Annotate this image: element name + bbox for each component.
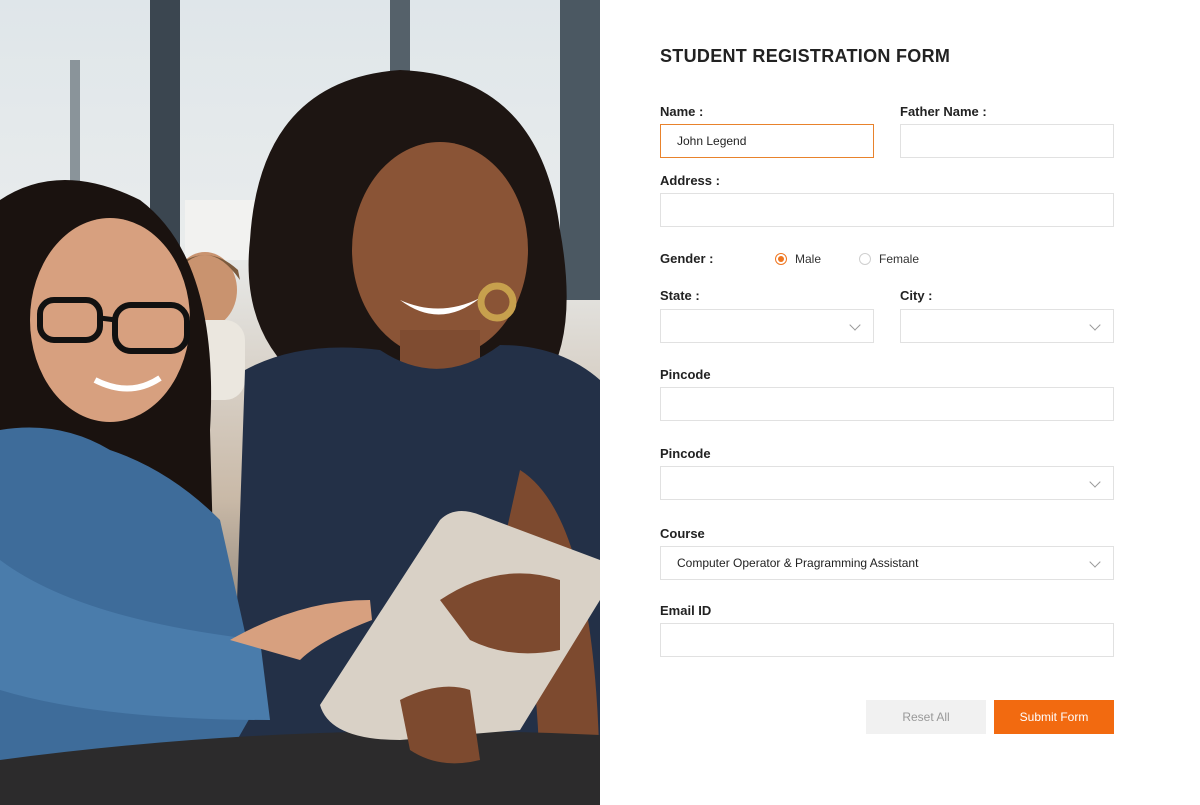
address-input[interactable] <box>660 193 1114 227</box>
gender-label: Gender : <box>660 251 714 266</box>
reset-all-button[interactable]: Reset All <box>866 700 986 734</box>
radio-checked-icon[interactable] <box>775 253 787 265</box>
gender-option-male[interactable]: Male <box>775 252 821 266</box>
state-select[interactable] <box>660 309 874 343</box>
name-input[interactable]: John Legend <box>660 124 874 158</box>
pincode-input-label: Pincode <box>660 367 711 382</box>
course-select[interactable]: Computer Operator & Pragramming Assistan… <box>660 546 1114 580</box>
pincode-input[interactable] <box>660 387 1114 421</box>
gender-option-female[interactable]: Female <box>859 252 919 266</box>
gender-male-label: Male <box>795 252 822 266</box>
gender-female-label: Female <box>879 252 920 266</box>
address-label: Address : <box>660 173 720 188</box>
email-input[interactable] <box>660 623 1114 657</box>
course-label: Course <box>660 526 705 541</box>
father-name-label: Father Name : <box>900 104 987 119</box>
name-input-value: John Legend <box>677 134 747 148</box>
hero-photo <box>0 0 600 805</box>
radio-unchecked-icon[interactable] <box>859 253 871 265</box>
city-select[interactable] <box>900 309 1114 343</box>
chevron-down-icon <box>1089 556 1101 568</box>
chevron-down-icon <box>849 319 861 331</box>
course-select-value: Computer Operator & Pragramming Assistan… <box>677 556 919 570</box>
father-name-input[interactable] <box>900 124 1114 158</box>
name-label: Name : <box>660 104 704 119</box>
city-label: City : <box>900 288 933 303</box>
state-label: State : <box>660 288 700 303</box>
chevron-down-icon <box>1089 476 1101 488</box>
pincode-select[interactable] <box>660 466 1114 500</box>
registration-form: STUDENT REGISTRATION FORM Name : John Le… <box>600 0 1200 805</box>
submit-form-button[interactable]: Submit Form <box>994 700 1114 734</box>
photo-illustration <box>0 0 600 805</box>
email-label: Email ID <box>660 603 712 618</box>
form-title: STUDENT REGISTRATION FORM <box>660 46 951 66</box>
chevron-down-icon <box>1089 319 1101 331</box>
pincode-select-label: Pincode <box>660 446 711 461</box>
